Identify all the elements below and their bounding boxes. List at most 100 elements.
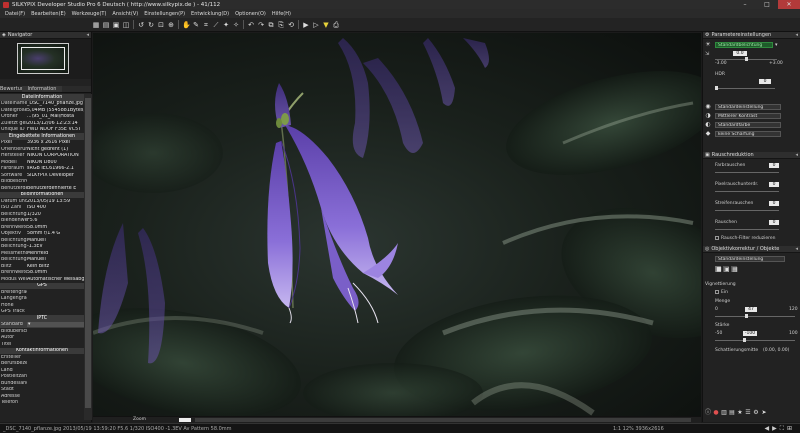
info-row[interactable]: Belichtungszeit1/320	[0, 211, 84, 218]
info-row[interactable]: Modus WeißabgleichAutomatischer Weißabgl…	[0, 276, 84, 283]
menu-options[interactable]: Optionen(O)	[232, 11, 269, 17]
grid-view-icon[interactable]: ▦	[92, 21, 100, 29]
hdr-slider-track[interactable]	[715, 88, 775, 89]
maximize-button[interactable]: □	[756, 0, 778, 9]
list-icon[interactable]: ☰	[745, 410, 751, 416]
menu-help[interactable]: Hilfe(H)	[269, 11, 294, 17]
lens-mode-2-icon[interactable]: ▣	[723, 266, 730, 273]
prev-image-icon[interactable]: ◀	[765, 425, 770, 433]
fullscreen-icon[interactable]: ⛶	[780, 425, 784, 433]
batch-develop-icon[interactable]: ▷	[312, 21, 320, 29]
partial-correction-icon[interactable]: ✧	[232, 21, 240, 29]
menu-tools[interactable]: Werkzeuge(T)	[69, 11, 110, 17]
folder-icon[interactable]: ▤	[729, 410, 735, 416]
rotate-right-icon[interactable]: ↻	[147, 21, 155, 29]
info-row[interactable]: Unique ID FWD NDOF F35E VC5T	[0, 127, 84, 134]
exposure-options-icon[interactable]: ▾	[775, 42, 778, 48]
info-icon[interactable]: ⓘ	[705, 410, 711, 416]
strength-slider-knob[interactable]	[743, 338, 746, 342]
info-row[interactable]: Dateiname _DSC_7140_pflanze.jpg	[0, 101, 84, 108]
info-row[interactable]: Modell NIKON D800	[0, 159, 84, 166]
tab-information[interactable]: Information	[22, 86, 62, 92]
reset-icon[interactable]: ⟲	[287, 21, 295, 29]
info-row[interactable]: Dateigröße 5,04MB (5545881Bytes)	[0, 107, 84, 114]
hand-tool-icon[interactable]: ✋	[182, 21, 191, 29]
fit-window-icon[interactable]: ⊡	[157, 21, 165, 29]
copy-parameters-icon[interactable]: ⧉	[267, 21, 275, 29]
amount-value-field[interactable]: 47	[745, 307, 757, 312]
strength-slider-track[interactable]	[715, 340, 795, 341]
image-preview[interactable]	[93, 33, 701, 416]
contrast-dropdown[interactable]: Mittlerer Kontrast	[715, 113, 781, 119]
tag-red-icon[interactable]: ●	[713, 410, 719, 416]
info-row[interactable]: Hersteller NIKON CORPORATION	[0, 153, 84, 160]
menu-view[interactable]: Ansicht(V)	[109, 11, 141, 17]
lens-mode-1-icon[interactable]: ■	[715, 266, 722, 273]
noise-slider-track[interactable]	[715, 172, 779, 173]
info-row[interactable]: Pixel 3936 x 2616 Pixel	[0, 140, 84, 147]
undo-icon[interactable]: ↶	[247, 21, 255, 29]
exposure-preset-dropdown[interactable]: Standardbelichtung	[715, 42, 773, 48]
lock-icon[interactable]: ⊞	[787, 425, 792, 433]
thumbnail-view-icon[interactable]: ▤	[102, 21, 110, 29]
info-row[interactable]: Brennweite 58.0mm	[0, 224, 84, 231]
gear-icon[interactable]: ⚙	[753, 410, 759, 416]
menu-edit[interactable]: Bearbeiten(E)	[28, 11, 69, 17]
close-button[interactable]: ✕	[778, 0, 800, 9]
menu-file[interactable]: Datei(F)	[2, 11, 28, 17]
info-row[interactable]: Belichtungskorrektur-1.3EV	[0, 244, 84, 251]
panel-collapse-icon[interactable]: ◂	[795, 152, 798, 158]
info-row[interactable]: Farbraum sRGB IEC61966-2.1	[0, 166, 84, 173]
amount-slider-track[interactable]	[715, 316, 795, 317]
info-row[interactable]: Software SILKYPIX Developer	[0, 172, 84, 179]
image-hscrollbar[interactable]: Zoom	[93, 416, 701, 423]
rotate-left-icon[interactable]: ↺	[137, 21, 145, 29]
info-row[interactable]: Telefon	[0, 400, 84, 407]
compare-view-icon[interactable]: ◫	[122, 21, 130, 29]
histogram-icon[interactable]: ▥	[721, 410, 727, 416]
menu-develop[interactable]: Entwicklung(D)	[188, 11, 232, 17]
info-row[interactable]: OrientierungNicht gedreht (1)	[0, 146, 84, 153]
straighten-icon[interactable]: ⟋	[212, 21, 220, 29]
info-row[interactable]: BenutzerdefiniertBenutzerdefinierte E	[0, 185, 84, 192]
noise-row-value[interactable]: 0	[769, 163, 779, 168]
zoom-field[interactable]	[179, 418, 191, 422]
arrow-icon[interactable]: ➤	[761, 410, 767, 416]
info-row[interactable]: Blitz Kein Blitz	[0, 263, 84, 270]
panel-collapse-icon[interactable]: ◂	[86, 32, 89, 38]
filter-icon[interactable]: ▼	[322, 21, 330, 29]
noise-row-value[interactable]: 0	[769, 201, 779, 206]
info-row[interactable]: Brennweite (KB)58.0mm	[0, 270, 84, 277]
vignette-checkbox[interactable]	[715, 290, 719, 294]
print-icon[interactable]: ⎙	[332, 21, 340, 29]
noise-slider-track[interactable]	[715, 210, 779, 211]
navigator-thumbnail[interactable]	[17, 43, 69, 74]
strength-value-field[interactable]: -100	[743, 331, 757, 336]
lens-preset-dropdown[interactable]: Standardeinstellung	[715, 256, 785, 262]
menu-settings[interactable]: Einstellungen(P)	[141, 11, 188, 17]
noise-slider-track[interactable]	[715, 191, 779, 192]
info-row[interactable]: BelichtungsprogrammManuell	[0, 237, 84, 244]
info-row[interactable]: ISO Zahl ISO 400	[0, 205, 84, 212]
tab-rating[interactable]: Bewertung	[0, 86, 27, 92]
info-row[interactable]: Datum und Zeit2013/05/19 13:59	[0, 198, 84, 205]
redo-icon[interactable]: ↷	[257, 21, 265, 29]
exposure-slider-knob[interactable]	[745, 57, 748, 61]
info-row[interactable]: Objektiv 58mm f/1.4 G	[0, 231, 84, 238]
info-row[interactable]: Ordner ...\95_01_Mai\Hosta	[0, 114, 84, 121]
noise-row-value[interactable]: 0	[769, 220, 779, 225]
panel-collapse-icon[interactable]: ◂	[795, 32, 798, 38]
noise-filter-checkbox[interactable]	[715, 236, 719, 240]
amount-slider-knob[interactable]	[745, 314, 748, 318]
panel-collapse-icon[interactable]: ◂	[795, 246, 798, 252]
develop-icon[interactable]: ▶	[302, 21, 310, 29]
noise-slider-track[interactable]	[715, 229, 779, 230]
star-icon[interactable]: ★	[737, 410, 743, 416]
navigator-view[interactable]	[0, 39, 91, 79]
white-balance-picker-icon[interactable]: ✎	[192, 21, 200, 29]
spot-removal-icon[interactable]: ✦	[222, 21, 230, 29]
exposure-value-field[interactable]: 0.0	[733, 51, 747, 56]
noise-row-value[interactable]: 0	[769, 182, 779, 187]
next-image-icon[interactable]: ▶	[772, 425, 777, 433]
info-row[interactable]: Zuletzt gesichert2013/12/06 12:23:14	[0, 120, 84, 127]
